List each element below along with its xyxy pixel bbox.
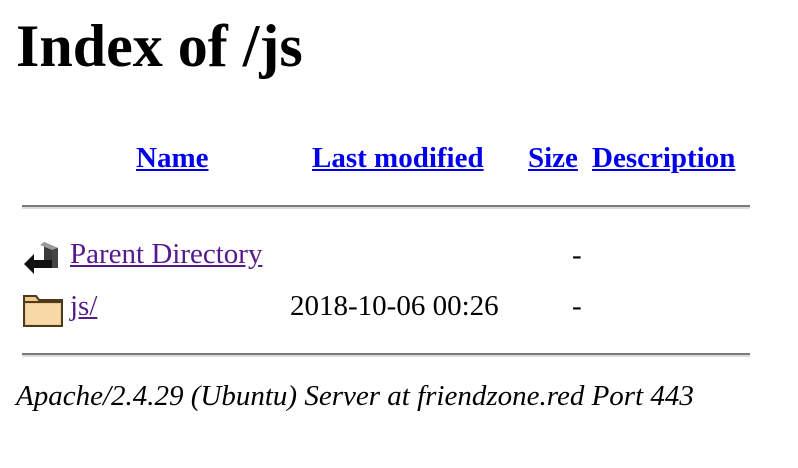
server-signature: Apache/2.4.29 (Ubuntu) Server at friendz… [16, 380, 694, 412]
sort-by-description-link[interactable]: Description [592, 141, 735, 175]
header-divider [22, 205, 750, 209]
page-title: Index of /js [16, 13, 303, 79]
parent-directory-link[interactable]: Parent Directory [70, 237, 262, 271]
last-modified-cell: 2018-10-06 00:26 [290, 290, 499, 322]
size-cell: - [572, 239, 582, 271]
sort-by-last-modified-link[interactable]: Last modified [312, 141, 484, 175]
sort-by-size-link[interactable]: Size [528, 141, 578, 175]
back-arrow-icon [22, 236, 66, 280]
directory-listing-page: Index of /js Name Last modified Size Des… [0, 0, 798, 468]
folder-icon [22, 288, 66, 332]
js-folder-link[interactable]: js/ [70, 289, 97, 323]
sort-by-name-link[interactable]: Name [136, 141, 208, 175]
size-cell: - [572, 290, 582, 322]
footer-divider [22, 353, 750, 357]
